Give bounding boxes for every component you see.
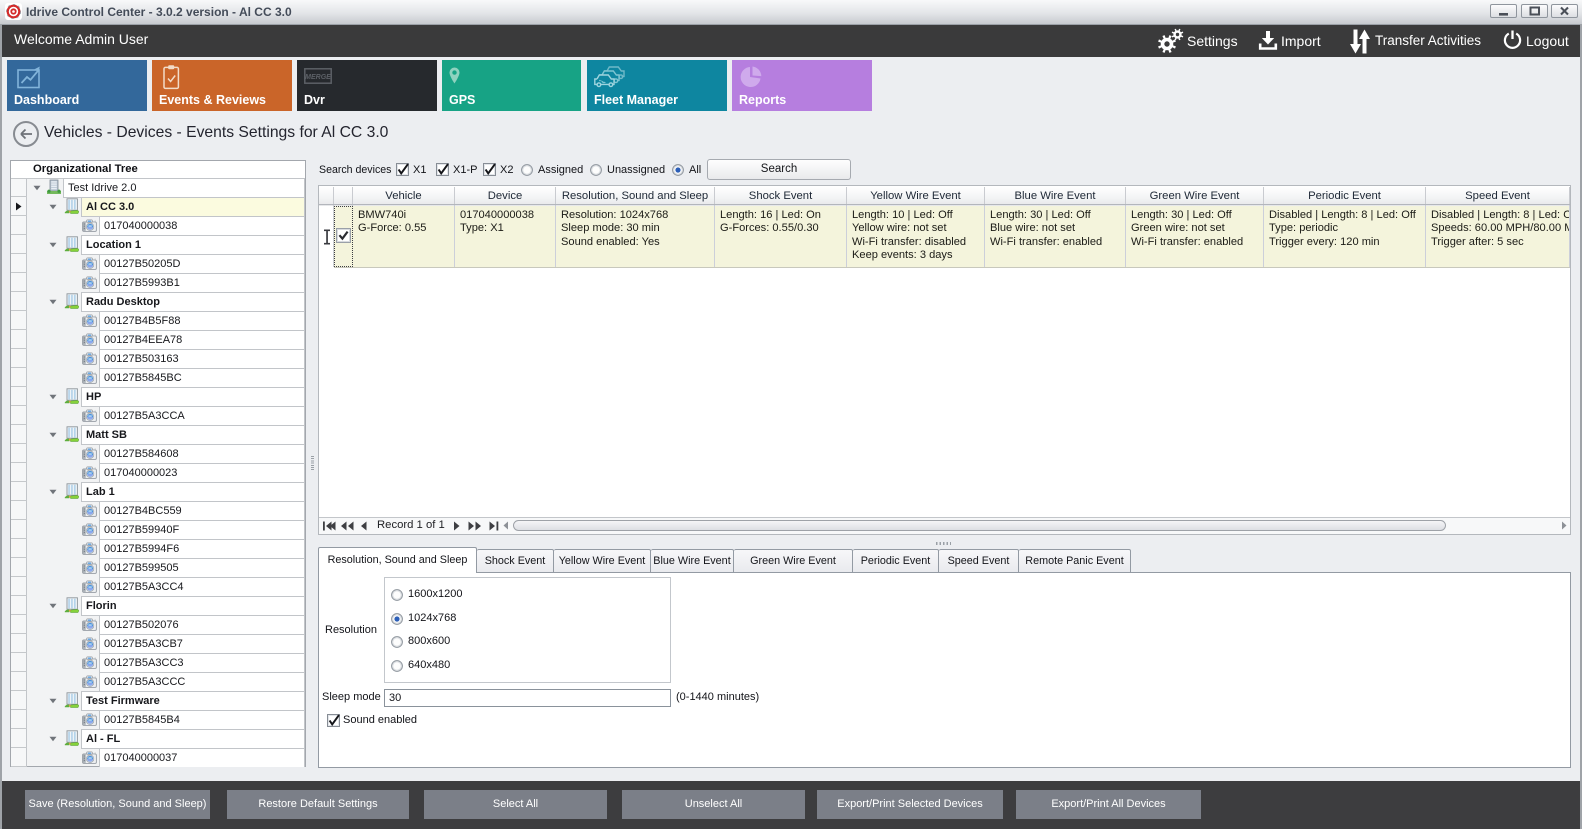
svg-text:MERGE: MERGE <box>305 74 331 81</box>
